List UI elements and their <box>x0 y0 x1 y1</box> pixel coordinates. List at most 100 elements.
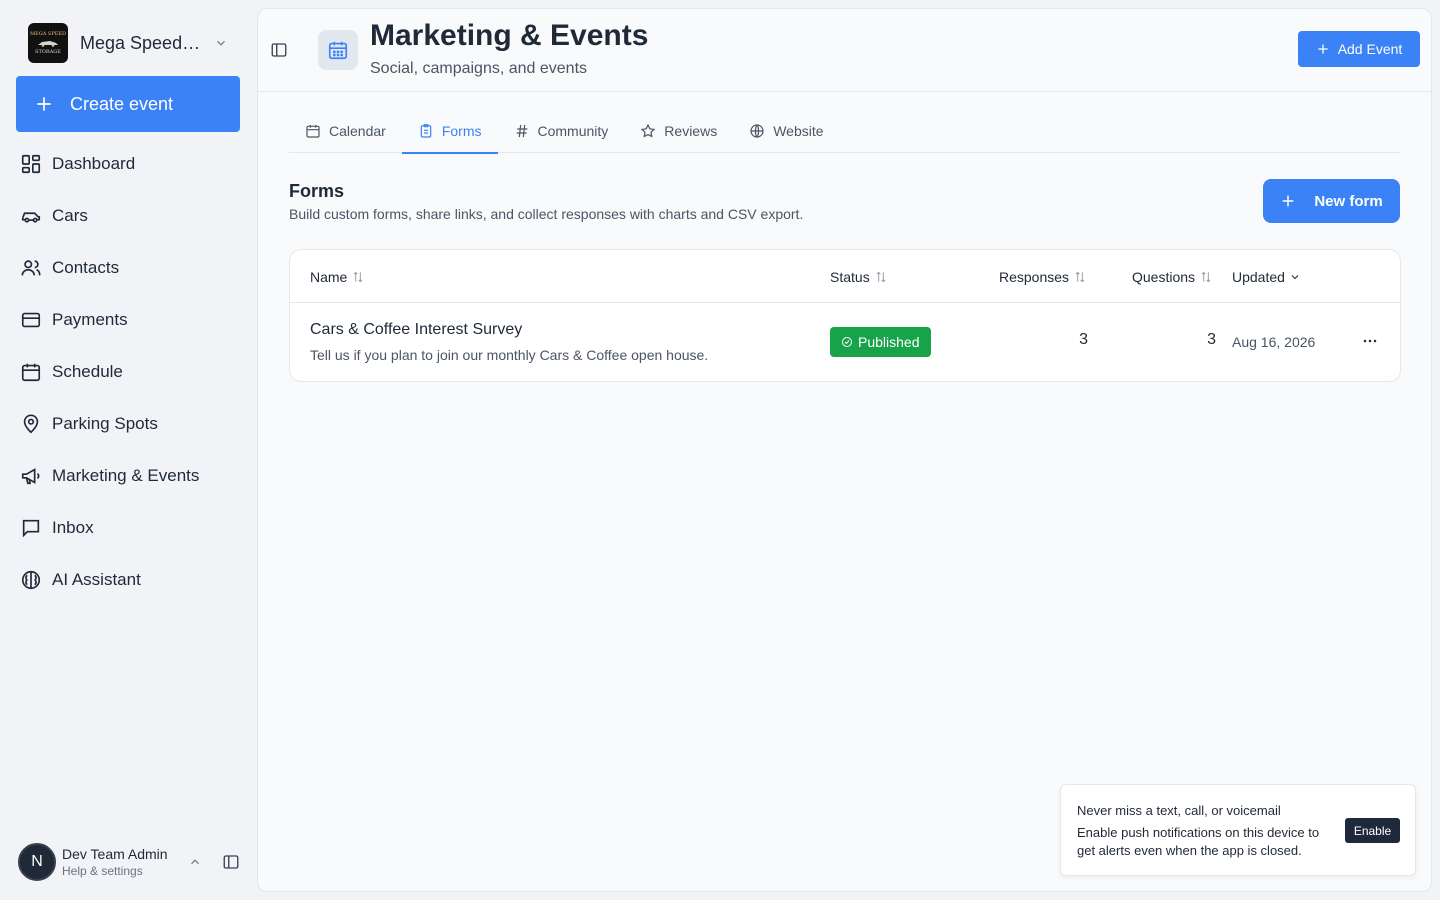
sort-icon <box>876 271 886 282</box>
logo-text-top: MEGA SPEED <box>29 31 67 37</box>
chevron-down-icon <box>217 40 225 46</box>
new-form-button[interactable]: New form <box>1263 179 1400 223</box>
tab-label: Website <box>773 123 824 139</box>
add-event-label: Add Event <box>1337 41 1403 57</box>
forms-table: Name Status Responses Questions Updated … <box>289 249 1401 382</box>
add-event-button[interactable]: Add Event <box>1298 31 1420 67</box>
toast-body: Enable push notifications on this device… <box>1077 825 1320 858</box>
table-header: Name Status Responses Questions Updated <box>290 250 1400 303</box>
plus-icon <box>1318 44 1328 54</box>
enable-notifications-button[interactable]: Enable <box>1345 818 1400 843</box>
column-label: Status <box>830 268 870 285</box>
page-title: Marketing & Events <box>370 19 649 52</box>
status-badge: Published <box>830 327 931 357</box>
sidebar-item-label: Inbox <box>52 518 94 537</box>
tab-label: Community <box>537 123 609 139</box>
car-icon <box>21 212 41 223</box>
column-header-name[interactable]: Name <box>310 250 365 303</box>
logo-text-bottom: STORAGE <box>35 49 61 55</box>
page-header: Marketing & Events Social, campaigns, an… <box>258 9 1431 92</box>
check-circle-icon <box>842 337 852 347</box>
plus-icon <box>1282 195 1294 207</box>
sidebar-item-contacts[interactable]: Contacts <box>16 242 240 294</box>
chevron-up-icon <box>191 859 199 865</box>
sidebar-item-label: Contacts <box>52 258 120 277</box>
message-icon <box>22 519 40 538</box>
calendar-icon <box>306 125 320 138</box>
user-subtitle: Help & settings <box>62 863 143 878</box>
page-subtitle: Social, campaigns, and events <box>370 60 588 77</box>
map-pin-icon <box>23 414 39 434</box>
tab-reviews[interactable]: Reviews <box>624 109 733 153</box>
sidebar-item-payments[interactable]: Payments <box>16 294 240 346</box>
car-logo-icon <box>38 41 58 47</box>
brain-icon <box>21 570 41 590</box>
sidebar-item-parking-spots[interactable]: Parking Spots <box>16 398 240 450</box>
questions-count: 3 <box>1207 331 1216 348</box>
column-label: Responses <box>999 268 1070 285</box>
plus-icon <box>37 97 51 111</box>
toast-title: Never miss a text, call, or voicemail <box>1077 803 1281 818</box>
new-form-label: New form <box>1314 192 1383 210</box>
panel-toggle-icon[interactable] <box>270 41 288 59</box>
tab-label: Forms <box>441 123 482 139</box>
avatar: N <box>18 843 56 881</box>
tab-forms[interactable]: Forms <box>401 109 498 154</box>
tab-label: Calendar <box>329 123 386 139</box>
more-actions-icon[interactable] <box>1360 331 1380 351</box>
workspace-switcher[interactable]: MEGA SPEED STORAGE Mega Speed Storage <box>16 18 240 68</box>
contacts-icon <box>21 260 41 276</box>
sidebar-item-inbox[interactable]: Inbox <box>16 502 240 554</box>
megaphone-icon <box>21 468 40 485</box>
column-header-updated[interactable]: Updated <box>1232 250 1301 303</box>
responses-count: 3 <box>1079 331 1088 348</box>
table-row[interactable]: Cars & Coffee Interest Survey Tell us if… <box>290 303 1400 381</box>
tab-community[interactable]: Community <box>498 109 625 153</box>
column-label: Name <box>310 268 348 285</box>
globe-icon <box>750 124 764 138</box>
calendar-icon <box>328 41 348 60</box>
column-label: Updated <box>1232 268 1285 285</box>
credit-card-icon <box>21 312 41 328</box>
dashboard-icon <box>21 154 41 174</box>
sidebar-item-cars[interactable]: Cars <box>16 190 240 242</box>
column-header-status[interactable]: Status <box>830 250 888 303</box>
create-event-button[interactable]: Create event <box>16 76 240 132</box>
sidebar-item-label: Parking Spots <box>52 414 158 433</box>
brand-logo: MEGA SPEED STORAGE <box>28 23 68 63</box>
form-name[interactable]: Cars & Coffee Interest Survey <box>310 321 522 339</box>
sidebar-item-marketing-events[interactable]: Marketing & Events <box>16 450 240 502</box>
column-header-questions[interactable]: Questions <box>1132 250 1213 303</box>
sidebar-item-label: Schedule <box>52 362 123 381</box>
tab-calendar[interactable]: Calendar <box>289 109 402 153</box>
tab-label: Reviews <box>664 123 718 139</box>
sidebar-item-label: Payments <box>52 310 128 329</box>
tab-website[interactable]: Website <box>733 109 839 153</box>
hash-icon <box>516 124 527 138</box>
updated-date: Aug 16, 2026 <box>1232 334 1316 350</box>
sort-icon <box>1201 271 1211 282</box>
section-subtitle: Build custom forms, share links, and col… <box>289 206 804 222</box>
sort-icon <box>353 271 363 282</box>
calendar-icon <box>21 363 41 382</box>
user-menu[interactable]: N Dev Team Admin Help & settings <box>18 842 240 882</box>
sidebar-collapse-icon[interactable] <box>222 853 240 871</box>
create-event-label: Create event <box>70 93 174 114</box>
sidebar-item-schedule[interactable]: Schedule <box>16 346 240 398</box>
column-header-responses[interactable]: Responses <box>999 250 1087 303</box>
sort-icon <box>1075 271 1085 282</box>
header-calendar-icon <box>318 30 358 70</box>
section-title: Forms <box>289 181 345 201</box>
sidebar-item-dashboard[interactable]: Dashboard <box>16 138 240 190</box>
star-icon <box>641 123 656 138</box>
sidebar-item-label: Dashboard <box>52 154 136 173</box>
user-name: Dev Team Admin <box>62 845 168 862</box>
sidebar-nav: Dashboard Cars Contacts Payments Schedul… <box>16 138 240 606</box>
column-label: Questions <box>1132 268 1196 285</box>
form-description: Tell us if you plan to join our monthly … <box>310 347 709 363</box>
chevron-down-icon <box>1291 274 1299 279</box>
push-notification-toast: Never miss a text, call, or voicemail En… <box>1060 784 1416 876</box>
sidebar-item-ai-assistant[interactable]: AI Assistant <box>16 554 240 606</box>
clipboard-icon <box>420 124 432 138</box>
user-info: Dev Team Admin Help & settings <box>62 846 180 879</box>
